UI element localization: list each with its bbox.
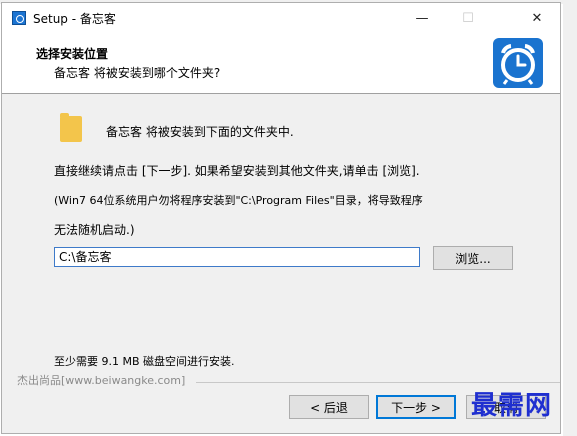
next-button[interactable]: 下一步 > <box>376 395 456 419</box>
setup-window: Setup - 备忘客 — ☐ ✕ 选择安装位置 备忘客 将被安装到哪个文件夹?… <box>1 2 561 434</box>
wizard-content: 备忘客 将被安装到下面的文件夹中. 直接继续请点击 [下一步]. 如果希望安装到… <box>2 94 560 384</box>
alarm-clock-icon <box>493 38 543 88</box>
close-button[interactable]: ✕ <box>514 3 560 33</box>
intro-text: 备忘客 将被安装到下面的文件夹中. <box>106 125 294 139</box>
title-bar[interactable]: Setup - 备忘客 — ☐ ✕ <box>2 3 560 33</box>
browse-button[interactable]: 浏览... <box>433 246 513 270</box>
setup-app-icon <box>12 11 26 25</box>
page-subtitle: 备忘客 将被安装到哪个文件夹? <box>54 66 221 80</box>
warning-text-2: 无法随机启动.) <box>54 223 135 237</box>
back-button[interactable]: < 后退 <box>289 395 369 419</box>
footer-divider <box>196 382 560 383</box>
disk-space-text: 至少需要 9.1 MB 磁盘空间进行安装. <box>54 355 235 368</box>
page-scrollbar[interactable] <box>563 0 577 436</box>
window-title: Setup - 备忘客 <box>33 12 116 26</box>
page-title: 选择安装位置 <box>36 47 109 61</box>
warning-text-1: (Win7 64位系统用户勿将程序安装到"C:\Program Files"目录… <box>54 194 423 207</box>
watermark: 最需网 <box>471 391 553 421</box>
folder-icon <box>60 113 82 142</box>
instruction-text: 直接继续请点击 [下一步]. 如果希望安装到其他文件夹,请单击 [浏览]. <box>54 164 420 178</box>
install-path-input[interactable]: C:\备忘客 <box>54 247 420 267</box>
wizard-header: 选择安装位置 备忘客 将被安装到哪个文件夹? <box>2 33 560 94</box>
brand-label: 杰出尚品[www.beiwangke.com] <box>17 374 186 387</box>
minimize-button[interactable]: — <box>399 3 445 33</box>
maximize-button: ☐ <box>462 10 474 26</box>
